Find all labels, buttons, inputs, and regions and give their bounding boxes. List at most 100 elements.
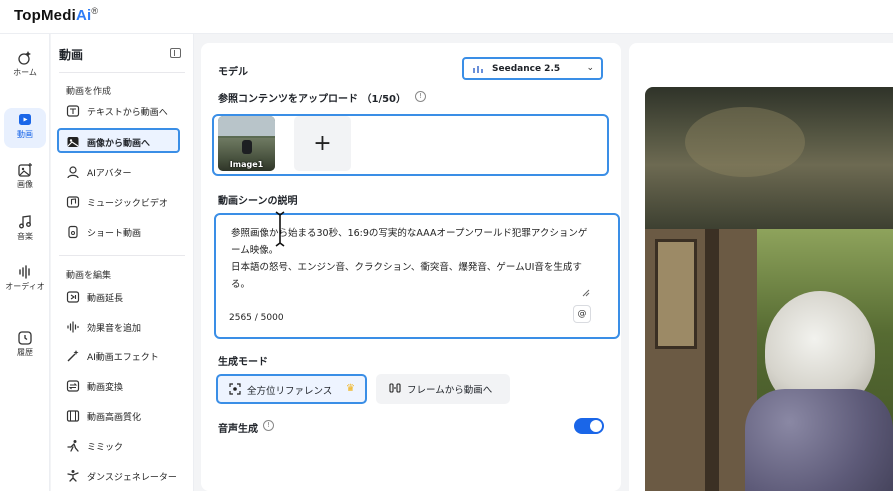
generation-form-card: モデル Seedance 2.5 ⌄ 参照コンテンツをアップロード （1/50）… (201, 43, 621, 491)
dance-icon (67, 470, 79, 482)
left-rail: ホーム 動画 画像 音楽 オーディオ 履歴 (0, 34, 50, 491)
sound-effect-icon (67, 321, 79, 333)
image-video-icon (67, 137, 79, 147)
preview-panel (629, 43, 893, 491)
nav-item-label: 画像から動画へ (87, 139, 151, 149)
nav-item-label: 動画変換 (87, 383, 124, 393)
add-reference-button[interactable]: + (294, 116, 351, 171)
nav-item-sound-effect[interactable]: 効果音を追加 (57, 316, 179, 338)
text-cursor-icon (275, 211, 285, 247)
nav-item-label: ダンスジェネレーター (87, 473, 177, 483)
nav-item-label: 効果音を追加 (87, 324, 142, 334)
short-video-icon (68, 225, 78, 239)
nav-item-label: AI動画エフェクト (87, 353, 159, 363)
rail-label: 履歴 (17, 348, 33, 357)
nav-item-text-to-video[interactable]: テキストから動画へ (57, 100, 179, 122)
nav-item-enhance[interactable]: 動画高画質化 (57, 405, 179, 427)
logo-registered-mark: ® (91, 6, 99, 16)
thumbnail-motorbike (242, 140, 252, 154)
mention-button[interactable]: @ (573, 305, 591, 323)
rail-item-history[interactable]: 履歴 (4, 326, 46, 366)
section-label-edit: 動画を編集 (66, 271, 112, 281)
nav-item-label: ショート動画 (87, 229, 142, 239)
avatar-icon (67, 166, 79, 179)
rail-item-home[interactable]: ホーム (4, 46, 46, 86)
sub-navigation: 動画 動画を作成 テキストから動画へ 画像から動画へ AIアバター ミュージック… (51, 34, 194, 491)
preview-window (655, 239, 697, 349)
audio-generation-label: 音声生成 (218, 424, 258, 435)
preview-blur (685, 107, 805, 177)
image-icon (18, 163, 32, 177)
rail-label: 画像 (17, 180, 33, 189)
rail-label: 音楽 (17, 232, 33, 241)
section-label-create: 動画を作成 (66, 87, 112, 97)
magic-wand-icon (67, 350, 79, 362)
subnav-title: 動画 (59, 48, 84, 62)
audio-generation-toggle[interactable] (574, 418, 604, 434)
preview-person-body (745, 389, 893, 491)
mode-option-label: フレームから動画へ (407, 385, 493, 396)
character-counter: 2565 / 5000 (229, 313, 284, 323)
music-video-icon (66, 196, 80, 208)
nav-item-music-video[interactable]: ミュージックビデオ (57, 191, 179, 213)
extend-icon (66, 291, 80, 303)
mode-omni-reference-button[interactable]: 全方位リファレンス ♛ (216, 374, 367, 404)
model-select-value: Seedance 2.5 (492, 64, 561, 74)
nav-item-label: テキストから動画へ (87, 108, 168, 118)
music-icon (19, 215, 31, 229)
nav-item-mimic[interactable]: ミミック (57, 435, 179, 457)
history-icon (18, 331, 32, 345)
chevron-down-icon: ⌄ (586, 63, 594, 73)
model-label: モデル (218, 67, 248, 78)
rail-item-video[interactable]: 動画 (4, 108, 46, 148)
uploaded-image-thumbnail[interactable]: Image1 (218, 116, 275, 171)
scene-description-label: 動画シーンの説明 (218, 196, 298, 207)
mimic-icon (67, 440, 79, 452)
nav-item-image-to-video[interactable]: 画像から動画へ (57, 128, 180, 153)
nav-item-label: ミミック (87, 443, 124, 453)
rail-item-music[interactable]: 音楽 (4, 210, 46, 250)
mode-frame-to-video-button[interactable]: フレームから動画へ (376, 374, 510, 404)
convert-icon (66, 380, 80, 392)
nav-item-label: 動画延長 (87, 294, 124, 304)
audio-wave-icon (19, 265, 30, 279)
model-select[interactable]: Seedance 2.5 ⌄ (462, 57, 603, 80)
nav-item-short-video[interactable]: ショート動画 (57, 221, 179, 243)
app-logo[interactable]: TopMediAi® (14, 6, 98, 24)
info-icon[interactable]: ! (263, 420, 274, 431)
resize-handle-icon[interactable] (582, 289, 590, 297)
preview-image-bottom (645, 229, 893, 491)
video-icon (19, 114, 31, 125)
thumbnail-sky (218, 116, 275, 136)
nav-item-dance-generator[interactable]: ダンスジェネレーター (57, 465, 179, 487)
rail-label: ホーム (13, 68, 37, 77)
rail-label: 動画 (17, 130, 33, 139)
logo-text: TopMedi (14, 7, 76, 24)
divider (59, 255, 185, 256)
toggle-knob (590, 420, 602, 432)
preview-wooden-house (645, 229, 757, 491)
thumbnail-label: Image1 (229, 160, 264, 169)
nav-item-label: ミュージックビデオ (87, 199, 168, 209)
top-bar: TopMediAi® (0, 0, 893, 34)
bar-chart-icon (473, 66, 483, 73)
upload-label: 参照コンテンツをアップロード （1/50） (218, 94, 407, 105)
nav-item-convert[interactable]: 動画変換 (57, 375, 179, 397)
enhance-icon (66, 410, 80, 422)
scene-description-text[interactable]: 参照画像から始まる30秒、16:9の写実的なAAAオープンワールド犯罪アクション… (231, 225, 591, 293)
collapse-sidebar-icon[interactable] (170, 48, 181, 58)
generation-mode-label: 生成モード (218, 357, 268, 368)
nav-item-extend[interactable]: 動画延長 (57, 286, 179, 308)
info-icon[interactable]: ! (415, 91, 426, 102)
nav-item-ai-effect[interactable]: AI動画エフェクト (57, 345, 179, 367)
rail-item-audio[interactable]: オーディオ (4, 260, 46, 310)
frames-icon (389, 383, 401, 393)
text-video-icon (66, 105, 80, 117)
divider (59, 72, 185, 73)
preview-post (705, 229, 719, 491)
rail-item-image[interactable]: 画像 (4, 158, 46, 198)
nav-item-label: 動画高画質化 (87, 413, 142, 423)
nav-item-label: AIアバター (87, 169, 132, 179)
reference-scan-icon (229, 383, 241, 395)
nav-item-ai-avatar[interactable]: AIアバター (57, 161, 179, 183)
